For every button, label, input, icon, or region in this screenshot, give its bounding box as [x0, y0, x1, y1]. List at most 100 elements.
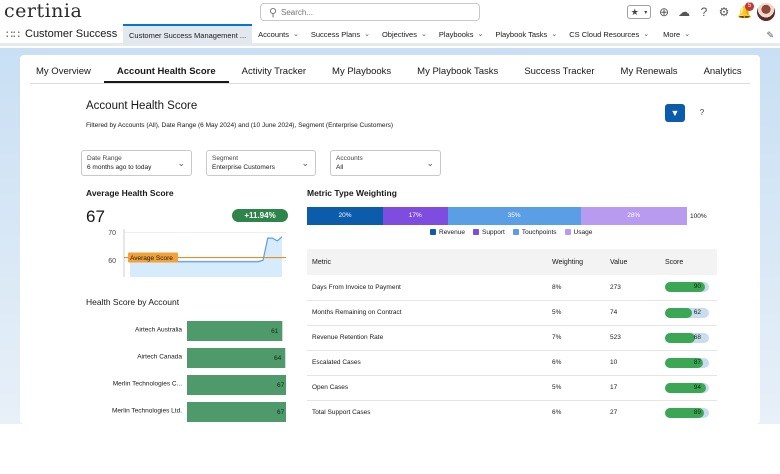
- nav-item[interactable]: Success Plans ⌄: [305, 24, 376, 45]
- chevron-down-icon: ⌄: [643, 31, 650, 38]
- weighting-legend: Revenue Support Touchpoints Usage: [430, 229, 592, 236]
- account-bar[interactable]: [187, 375, 286, 395]
- add-icon[interactable]: ⊕: [657, 5, 671, 19]
- score-value: 87: [693, 358, 701, 366]
- metrics-header-row: Metric Weighting Value Score: [307, 249, 717, 275]
- global-header: certinia ⚲ ★ ▾ ⊕ ☁ ? ⚙ 🔔 5: [0, 0, 780, 24]
- account-bar[interactable]: [187, 348, 286, 368]
- tab-account-health-score[interactable]: Account Health Score: [103, 61, 229, 83]
- column-header-value[interactable]: Value: [610, 249, 665, 275]
- nav-item[interactable]: Playbook Tasks ⌄: [489, 24, 563, 45]
- app-name: Customer Success: [25, 28, 118, 40]
- table-row[interactable]: Revenue Retention Rate 7% 523 68: [307, 325, 717, 351]
- score-pill: 94: [665, 382, 709, 393]
- nav-item[interactable]: Objectives ⌄: [376, 24, 433, 45]
- score-value: 62: [693, 308, 701, 316]
- help-icon[interactable]: ?: [697, 5, 711, 19]
- weighting-segment-revenue[interactable]: 20%: [307, 207, 383, 225]
- search-input[interactable]: [281, 6, 471, 19]
- nav-item-label: CS Cloud Resources: [569, 29, 640, 39]
- nav-item[interactable]: CS Cloud Resources ⌄: [563, 24, 655, 45]
- chevron-down-icon: ⌄: [426, 158, 434, 168]
- value-cell: 273: [610, 275, 665, 301]
- avg-health-line-chart: 60 70 Average Score: [108, 229, 286, 277]
- nav-item-label: Objectives: [381, 29, 417, 39]
- score-fill: [665, 307, 693, 318]
- date-range-dropdown[interactable]: Date Range 6 months ago to today ⌄: [81, 150, 192, 176]
- nav-items: Customer Success Management ... Accounts ⌄…: [123, 23, 696, 45]
- edit-nav-icon[interactable]: ✎: [766, 30, 774, 41]
- tab-analytics[interactable]: Analytics: [691, 61, 755, 83]
- score-cell: 68: [665, 325, 717, 351]
- tab-my-overview[interactable]: My Overview: [30, 61, 104, 83]
- cloud-icon[interactable]: ☁: [677, 5, 691, 19]
- column-header-metric[interactable]: Metric: [307, 249, 552, 275]
- filter-summary: Filtered by Accounts (All), Date Range (…: [86, 122, 394, 129]
- legend-label: Touchpoints: [521, 229, 557, 236]
- table-row[interactable]: Days From Invoice to Payment 8% 273 90: [307, 275, 717, 301]
- tab-activity-tracker[interactable]: Activity Tracker: [229, 61, 319, 83]
- legend-label: Support: [482, 229, 505, 236]
- account-bar[interactable]: [187, 402, 286, 422]
- date-range-value: 6 months ago to today: [87, 164, 152, 171]
- health-by-account-bar-chart: Airtech Australia 61 Airtech Canada 64 Merli…: [112, 321, 286, 422]
- star-icon: ★: [630, 6, 639, 17]
- tab-success-tracker[interactable]: Success Tracker: [511, 61, 607, 83]
- avg-health-value: 67: [86, 207, 105, 226]
- chevron-down-icon: ⌄: [364, 31, 370, 38]
- tab-my-playbooks[interactable]: My Playbooks: [319, 61, 404, 83]
- score-cell: 89: [665, 400, 717, 424]
- legend-swatch: [564, 229, 571, 235]
- value-cell: 17: [610, 375, 665, 401]
- user-avatar[interactable]: [757, 3, 775, 21]
- notifications-button[interactable]: 🔔 5: [737, 2, 754, 19]
- utility-icons: ★ ▾ ⊕ ☁ ? ⚙ 🔔 5: [627, 2, 775, 21]
- column-header-score[interactable]: Score: [665, 249, 717, 275]
- column-header-weighting[interactable]: Weighting: [552, 249, 610, 275]
- chevron-down-icon: ⌄: [177, 158, 185, 168]
- chevron-down-icon: ▾: [644, 9, 648, 16]
- tab-my-renewals[interactable]: My Renewals: [608, 61, 691, 83]
- filter-icon: ▼: [670, 108, 680, 118]
- help-button[interactable]: ?: [692, 104, 712, 122]
- average-score-label: Average Score: [130, 255, 173, 262]
- nav-item[interactable]: Customer Success Management ...: [123, 23, 253, 45]
- filter-button[interactable]: ▼: [665, 104, 685, 122]
- chevron-down-icon: ⌄: [301, 158, 309, 168]
- chevron-down-icon: ⌄: [477, 31, 484, 38]
- score-value: 68: [693, 333, 701, 341]
- table-row[interactable]: Escalated Cases 6% 10 87: [307, 350, 717, 376]
- by-account-title: Health Score by Account: [86, 297, 180, 307]
- weighting-segment-touchpoints[interactable]: 35%: [447, 207, 581, 225]
- gear-icon[interactable]: ⚙: [717, 5, 731, 19]
- nav-item[interactable]: More ⌄: [657, 24, 696, 45]
- nav-item[interactable]: Playbooks ⌄: [433, 24, 489, 45]
- legend-swatch: [473, 229, 480, 235]
- metric-cell: Days From Invoice to Payment: [307, 275, 552, 301]
- score-cell: 90: [665, 275, 717, 301]
- weighting-segment-support[interactable]: 17%: [383, 207, 448, 225]
- weighting-segment-usage[interactable]: 28%: [580, 207, 687, 225]
- table-row[interactable]: Open Cases 5% 17 94: [307, 375, 717, 401]
- legend-swatch: [430, 229, 436, 235]
- score-pill: 90: [665, 282, 709, 293]
- table-row[interactable]: Total Support Cases 6% 27 89: [307, 400, 717, 424]
- table-row[interactable]: Months Remaining on Contract 5% 74 62: [307, 300, 717, 326]
- score-cell: 94: [665, 375, 717, 401]
- nav-item-label: Playbooks: [438, 29, 474, 39]
- score-pill: 68: [665, 332, 709, 343]
- score-pill: 62: [665, 307, 709, 318]
- weighting-cell: 8%: [552, 275, 610, 301]
- global-search[interactable]: ⚲: [260, 3, 480, 21]
- account-bar[interactable]: [187, 321, 283, 341]
- bar-value-label: 67: [277, 409, 285, 416]
- weighting-cell: 5%: [552, 300, 610, 326]
- nav-item[interactable]: Accounts ⌄: [252, 24, 305, 45]
- accounts-dropdown[interactable]: Accounts All ⌄: [330, 150, 441, 176]
- favorites-button[interactable]: ★ ▾: [627, 5, 651, 19]
- segment-dropdown[interactable]: Segment Enterprise Customers ⌄: [206, 150, 316, 176]
- tab-my-playbook-tasks[interactable]: My Playbook Tasks: [404, 61, 511, 83]
- segment-value: Enterprise Customers: [212, 164, 275, 171]
- app-launcher-icon[interactable]: ∷∷: [6, 28, 20, 41]
- weighting-cell: 6%: [552, 350, 610, 376]
